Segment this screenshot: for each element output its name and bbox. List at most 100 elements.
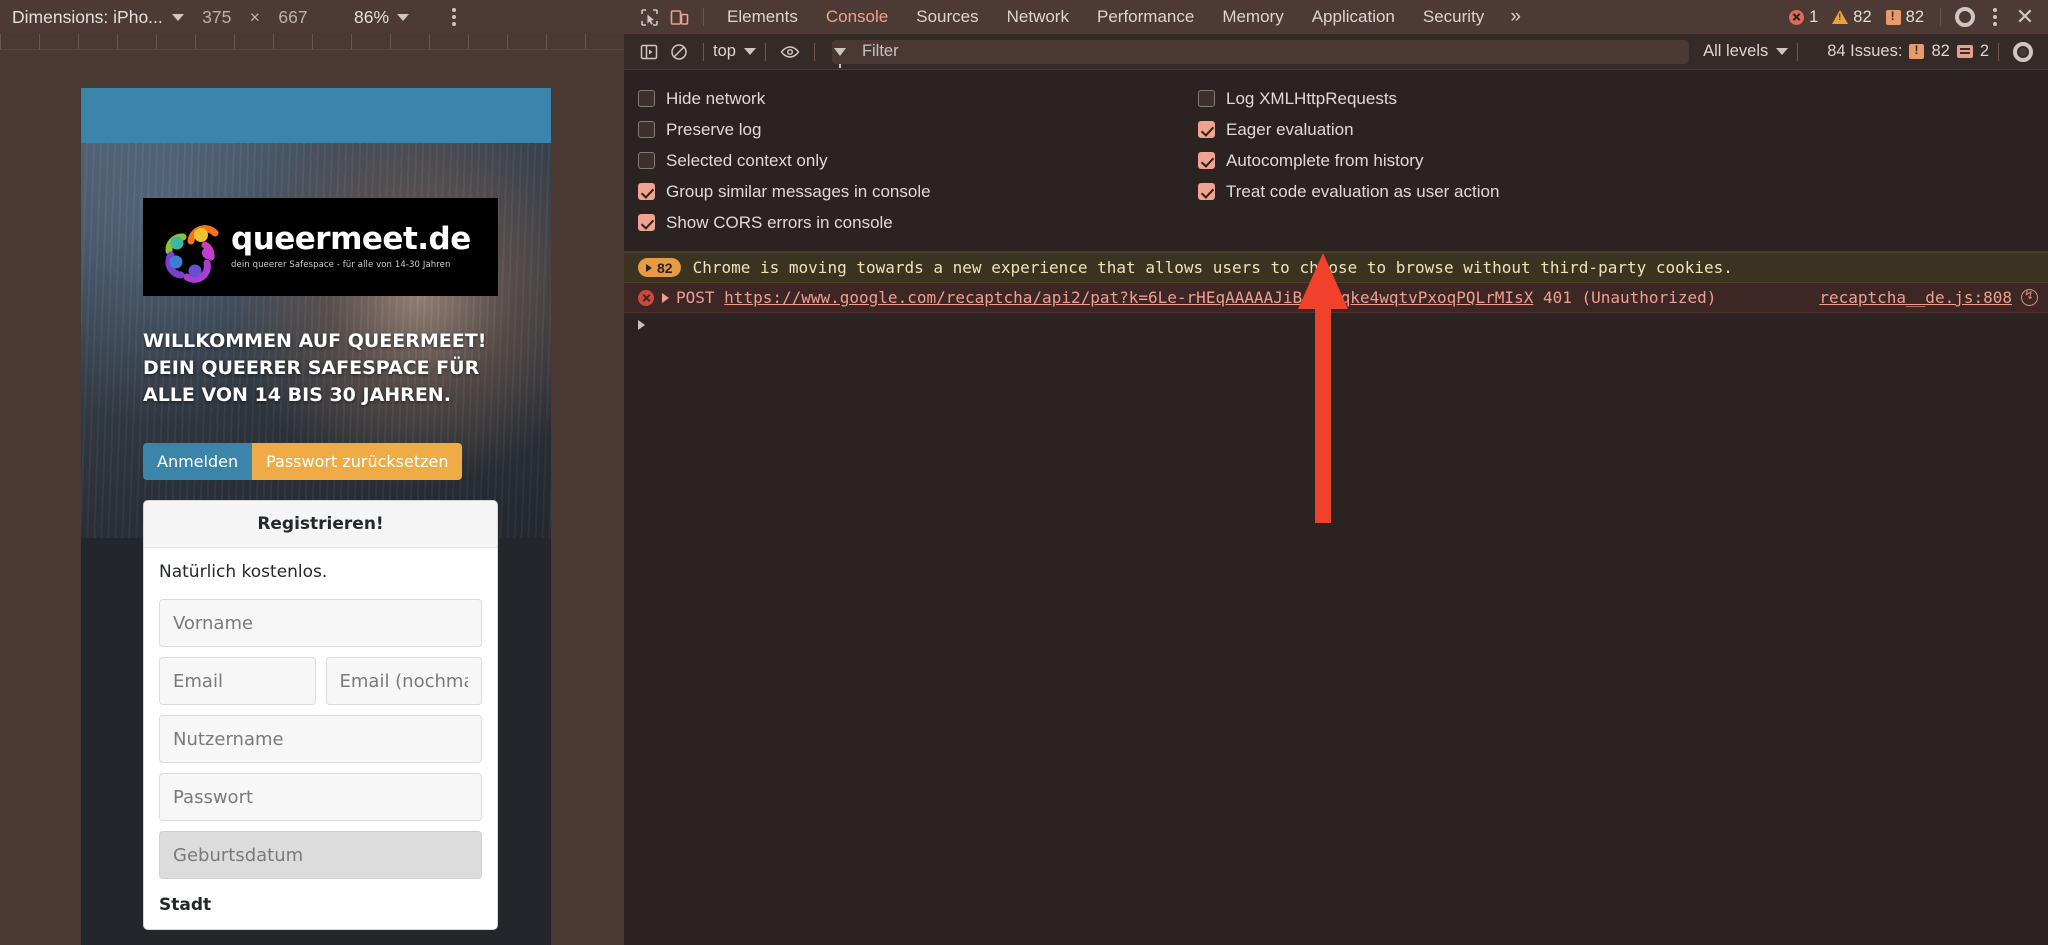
console-filter-input[interactable] bbox=[832, 40, 1689, 64]
tab-console[interactable]: Console bbox=[812, 3, 902, 31]
error-method: POST bbox=[676, 288, 715, 307]
ruler-tick bbox=[39, 34, 40, 50]
checkbox-icon bbox=[1198, 90, 1215, 107]
error-source-link[interactable]: recaptcha__de.js:808 bbox=[1819, 288, 2012, 307]
toolbar-divider bbox=[703, 43, 704, 61]
console-settings-gear-icon[interactable] bbox=[2008, 39, 2038, 65]
site-logo-tagline: dein queerer Safespace - für alle von 14… bbox=[231, 260, 471, 270]
ruler-tick bbox=[273, 34, 274, 50]
devtools-panel: Elements Console Sources Network Perform… bbox=[624, 0, 2048, 945]
checkbox-hide-network[interactable]: Hide network bbox=[624, 83, 1184, 114]
passwort-zuruecksetzen-button[interactable]: Passwort zurücksetzen bbox=[252, 443, 462, 480]
device-toolbar: Dimensions: iPho... 375 × 667 86% bbox=[0, 0, 624, 34]
status-badge-issues[interactable]: 82 bbox=[1879, 8, 1931, 27]
gear-icon[interactable] bbox=[1950, 4, 1980, 30]
issues-summary-count-2: 2 bbox=[1980, 42, 1989, 61]
console-sidebar-icon[interactable] bbox=[634, 39, 664, 65]
ruler-tick bbox=[117, 34, 118, 50]
console-message-list: 82 Chrome is moving towards a new experi… bbox=[624, 252, 2048, 337]
eye-icon[interactable] bbox=[775, 39, 805, 65]
device-more-options-icon[interactable] bbox=[452, 8, 456, 26]
issue-square-icon bbox=[1886, 10, 1901, 25]
tab-memory[interactable]: Memory bbox=[1208, 3, 1297, 31]
console-warning-message[interactable]: 82 Chrome is moving towards a new experi… bbox=[624, 252, 2048, 283]
tab-performance[interactable]: Performance bbox=[1083, 3, 1208, 31]
error-url-link[interactable]: https://www.google.com/recaptcha/api2/pa… bbox=[724, 288, 1533, 307]
passwort-input[interactable] bbox=[159, 773, 482, 821]
expand-triangle-icon[interactable] bbox=[662, 293, 669, 303]
checkbox-icon bbox=[638, 183, 655, 200]
funnel-icon bbox=[834, 48, 846, 56]
nutzername-input[interactable] bbox=[159, 715, 482, 763]
stadt-label: Stadt bbox=[159, 895, 482, 915]
tab-network[interactable]: Network bbox=[993, 3, 1083, 31]
device-height-input[interactable]: 667 bbox=[266, 5, 320, 30]
more-tabs-button[interactable]: » bbox=[1498, 6, 1531, 28]
status-badge-warnings[interactable]: 82 bbox=[1825, 8, 1878, 27]
anmelden-button[interactable]: Anmelden bbox=[143, 443, 252, 480]
close-icon[interactable]: ✕ bbox=[2010, 4, 2040, 30]
email-field-row bbox=[159, 657, 482, 715]
checkbox-preserve-log[interactable]: Preserve log bbox=[624, 114, 1184, 145]
error-circle-icon bbox=[1789, 10, 1804, 25]
console-toolbar: top All levels 84 Issues: bbox=[624, 34, 2048, 70]
checkbox-icon bbox=[638, 152, 655, 169]
status-badge-errors[interactable]: 1 bbox=[1782, 8, 1825, 27]
inspect-element-icon[interactable] bbox=[634, 4, 664, 30]
console-settings-right-column: Log XMLHttpRequests Eager evaluation Aut… bbox=[1184, 83, 2048, 238]
device-viewport-frame: queermeet.de dein queerer Safespace - fü… bbox=[81, 88, 551, 945]
kebab-menu-icon[interactable] bbox=[1980, 4, 2010, 30]
email-confirm-input[interactable] bbox=[326, 657, 483, 705]
email-input[interactable] bbox=[159, 657, 316, 705]
device-ruler bbox=[0, 34, 624, 50]
issues-summary-count-1: 82 bbox=[1931, 42, 1949, 61]
ruler-tick bbox=[78, 34, 79, 50]
warning-message-text: Chrome is moving towards a new experienc… bbox=[693, 258, 1733, 277]
ruler-tick bbox=[156, 34, 157, 50]
ruler-tick bbox=[468, 34, 469, 50]
geburtsdatum-input[interactable] bbox=[159, 831, 482, 879]
device-width-input[interactable]: 375 bbox=[190, 5, 244, 30]
checkbox-log-xmlhttprequests[interactable]: Log XMLHttpRequests bbox=[1184, 83, 2048, 114]
console-settings-panel: Hide network Preserve log Selected conte… bbox=[624, 70, 2048, 252]
expand-triangle-icon bbox=[646, 264, 652, 272]
site-logo[interactable]: queermeet.de dein queerer Safespace - fü… bbox=[143, 198, 498, 296]
execution-context-select[interactable]: top bbox=[713, 42, 756, 61]
tab-application[interactable]: Application bbox=[1298, 3, 1409, 31]
message-group-count[interactable]: 82 bbox=[638, 258, 681, 277]
checkbox-icon bbox=[638, 90, 655, 107]
toolbar-divider bbox=[1940, 8, 1941, 26]
errors-count: 1 bbox=[1809, 8, 1818, 27]
checkbox-group-similar-messages[interactable]: Group similar messages in console bbox=[624, 176, 1184, 207]
device-dimensions-label: Dimensions: iPho... bbox=[12, 7, 163, 28]
chevron-down-icon bbox=[397, 14, 409, 21]
toolbar-divider bbox=[1998, 43, 1999, 61]
log-levels-select[interactable]: All levels bbox=[1703, 42, 1788, 61]
dimension-separator: × bbox=[244, 7, 266, 28]
console-prompt[interactable] bbox=[624, 313, 2048, 337]
device-zoom-select[interactable]: 86% bbox=[354, 7, 409, 28]
device-toolbar-icon[interactable] bbox=[664, 4, 694, 30]
tab-security[interactable]: Security bbox=[1409, 3, 1498, 31]
checkbox-selected-context-only[interactable]: Selected context only bbox=[624, 145, 1184, 176]
checkbox-eager-evaluation[interactable]: Eager evaluation bbox=[1184, 114, 2048, 145]
toolbar-divider bbox=[814, 43, 815, 61]
vorname-input[interactable] bbox=[159, 599, 482, 647]
console-error-message[interactable]: POST https://www.google.com/recaptcha/ap… bbox=[624, 283, 2048, 313]
device-zoom-label: 86% bbox=[354, 7, 389, 28]
warning-triangle-icon bbox=[1832, 10, 1848, 24]
tab-elements[interactable]: Elements bbox=[713, 3, 812, 31]
checkbox-label: Eager evaluation bbox=[1226, 120, 1354, 140]
checkbox-show-cors-errors[interactable]: Show CORS errors in console bbox=[624, 207, 1184, 238]
open-in-sources-icon[interactable] bbox=[2021, 289, 2038, 306]
console-settings-left-column: Hide network Preserve log Selected conte… bbox=[624, 83, 1184, 238]
device-dimensions-select[interactable]: Dimensions: iPho... bbox=[6, 5, 190, 30]
issues-summary[interactable]: 84 Issues: 82 2 bbox=[1827, 42, 1989, 61]
checkbox-label: Treat code evaluation as user action bbox=[1226, 182, 1499, 202]
checkbox-autocomplete-from-history[interactable]: Autocomplete from history bbox=[1184, 145, 2048, 176]
tab-sources[interactable]: Sources bbox=[902, 3, 992, 31]
site-logo-wordmark: queermeet.de bbox=[231, 224, 471, 255]
checkbox-treat-code-evaluation-as-user-action[interactable]: Treat code evaluation as user action bbox=[1184, 176, 2048, 207]
ruler-tick bbox=[507, 34, 508, 50]
clear-console-icon[interactable] bbox=[664, 39, 694, 65]
